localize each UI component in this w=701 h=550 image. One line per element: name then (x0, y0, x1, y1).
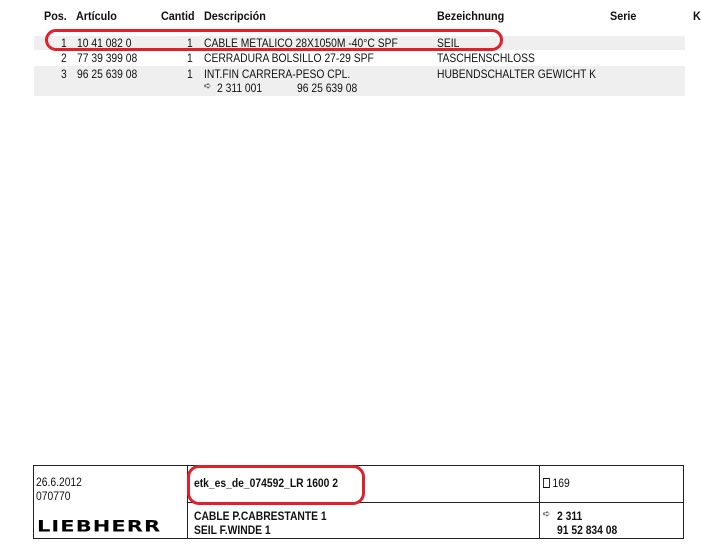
row-ref-part: 96 25 639 08 (297, 81, 358, 95)
col-header-bezeichnung: Bezeichnung (437, 9, 505, 23)
title-de: SEIL F.WINDE 1 (194, 523, 271, 537)
document-id-highlight (187, 465, 365, 505)
row-bezeichnung: HUBENDSCHALTER GEWICHT K (437, 67, 597, 81)
ref-arrow-icon: ➪ (543, 509, 551, 520)
col-header-k: K (693, 9, 701, 23)
page-number-wrap: 169 (543, 476, 570, 490)
row-descripcion: INT.FIN CARRERA-PESO CPL. (204, 67, 351, 81)
row-cantid: 1 (187, 51, 193, 65)
page-number: 169 (552, 476, 570, 490)
col-header-articulo: Artículo (76, 9, 117, 23)
title-es: CABLE P.CABRESTANTE 1 (194, 509, 327, 523)
col-header-pos: Pos. (44, 9, 67, 23)
footer-code: 070770 (36, 489, 71, 503)
col-header-descripcion: Descripción (204, 9, 266, 23)
row-pos: 2 (61, 51, 67, 65)
row-descripcion: CERRADURA BOLSILLO 27-29 SPF (204, 51, 374, 65)
col-header-cantid: Cantid (161, 9, 195, 23)
part-number: 91 52 834 08 (557, 523, 618, 537)
row-articulo: 77 39 399 08 (77, 51, 138, 65)
row-bezeichnung: TASCHENSCHLOSS (437, 51, 535, 65)
footer-date: 26.6.2012 (36, 475, 82, 489)
table-row[interactable]: 2 77 39 399 08 1 CERRADURA BOLSILLO 27-2… (34, 51, 685, 65)
col-header-serie: Serie (610, 9, 637, 23)
page-icon (543, 478, 550, 488)
table-row[interactable]: 3 96 25 639 08 1 INT.FIN CARRERA-PESO CP… (34, 66, 685, 96)
liebherr-logo: LIEBHERR (37, 516, 162, 536)
row-cantid: 1 (187, 67, 193, 81)
divider (539, 502, 683, 503)
row-highlight (45, 29, 503, 51)
row-ref-arrow-icon: ➪ (204, 81, 212, 92)
row-pos: 3 (61, 67, 67, 81)
row-ref-number: 2 311 001 (217, 81, 263, 95)
row-articulo: 96 25 639 08 (77, 67, 138, 81)
ref-number: 2 311 (557, 509, 583, 523)
